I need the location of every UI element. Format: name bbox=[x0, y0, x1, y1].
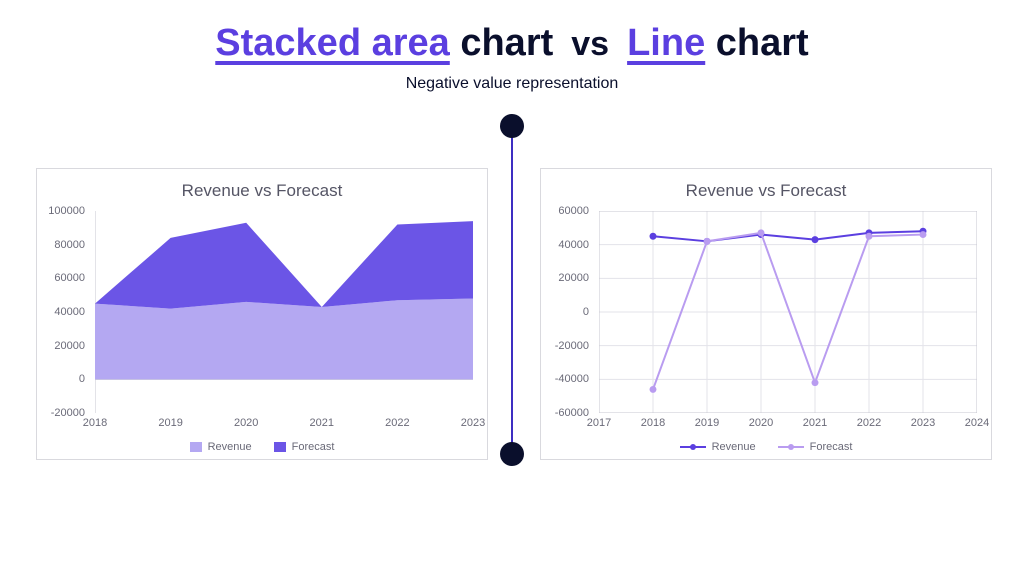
legend-label: Revenue bbox=[208, 441, 252, 453]
legend-item-revenue: Revenue bbox=[680, 441, 756, 453]
x-axis-ticks: 201820192020202120222023 bbox=[95, 417, 473, 431]
right-title: Line chart bbox=[627, 22, 809, 65]
x-tick-label: 2021 bbox=[803, 417, 827, 429]
x-tick-label: 2020 bbox=[234, 417, 258, 429]
y-tick-label: -20000 bbox=[555, 340, 589, 352]
x-tick-label: 2022 bbox=[385, 417, 409, 429]
divider-dot-bottom bbox=[500, 442, 524, 466]
x-tick-label: 2018 bbox=[641, 417, 665, 429]
x-tick-label: 2018 bbox=[83, 417, 107, 429]
x-tick-label: 2023 bbox=[461, 417, 485, 429]
x-tick-label: 2020 bbox=[749, 417, 773, 429]
vertical-divider bbox=[511, 126, 513, 454]
x-tick-label: 2019 bbox=[158, 417, 182, 429]
chart-title: Revenue vs Forecast bbox=[37, 169, 487, 201]
y-tick-label: 20000 bbox=[558, 272, 589, 284]
page-heading: Stacked area chart vs Line chart Negativ… bbox=[0, 22, 1024, 93]
vs-label: vs bbox=[571, 25, 609, 64]
y-tick-label: 80000 bbox=[54, 239, 85, 251]
stacked-area-chart-panel: Revenue vs Forecast -20000 0 20000 40000 600… bbox=[36, 168, 488, 460]
y-tick-label: 20000 bbox=[54, 340, 85, 352]
x-tick-label: 2017 bbox=[587, 417, 611, 429]
stacked-area-plot bbox=[95, 211, 473, 413]
y-tick-label: 60000 bbox=[54, 272, 85, 284]
y-tick-label: 100000 bbox=[48, 205, 85, 217]
y-tick-label: 0 bbox=[583, 306, 589, 318]
y-tick-label: -40000 bbox=[555, 373, 589, 385]
legend-line-icon bbox=[778, 442, 804, 452]
y-tick-label: 40000 bbox=[54, 306, 85, 318]
legend-swatch-icon bbox=[190, 442, 202, 452]
right-title-rest: chart bbox=[705, 22, 808, 64]
subtitle: Negative value representation bbox=[0, 75, 1024, 93]
y-axis-ticks: -20000020000400006000080000100000 bbox=[37, 211, 91, 413]
left-title-rest: chart bbox=[450, 22, 553, 64]
line-chart-panel: Revenue vs Forecast -60000 -40000 -20000 0 2… bbox=[540, 168, 992, 460]
y-tick-label: 0 bbox=[79, 373, 85, 385]
legend-item-forecast: Forecast bbox=[778, 441, 853, 453]
legend-swatch-icon bbox=[274, 442, 286, 452]
y-tick-label: -20000 bbox=[51, 407, 85, 419]
x-tick-label: 2023 bbox=[911, 417, 935, 429]
left-title: Stacked area chart bbox=[215, 22, 553, 65]
legend: Revenue Forecast bbox=[541, 441, 991, 453]
legend: Revenue Forecast bbox=[37, 441, 487, 453]
y-axis-ticks: -60000-40000-200000200004000060000 bbox=[541, 211, 595, 413]
x-tick-label: 2024 bbox=[965, 417, 989, 429]
x-axis-ticks: 20172018201920202021202220232024 bbox=[599, 417, 977, 431]
stacked-area-link[interactable]: Stacked area bbox=[215, 22, 450, 64]
y-tick-label: -60000 bbox=[555, 407, 589, 419]
legend-label: Forecast bbox=[292, 441, 335, 453]
line-plot bbox=[599, 211, 977, 413]
chart-title: Revenue vs Forecast bbox=[541, 169, 991, 201]
legend-label: Revenue bbox=[712, 441, 756, 453]
legend-item-forecast: Forecast bbox=[274, 441, 335, 453]
y-tick-label: 40000 bbox=[558, 239, 589, 251]
legend-item-revenue: Revenue bbox=[190, 441, 252, 453]
y-tick-label: 60000 bbox=[558, 205, 589, 217]
divider-dot-top bbox=[500, 114, 524, 138]
stacked-area-svg bbox=[95, 211, 473, 413]
line-link[interactable]: Line bbox=[627, 22, 705, 64]
x-tick-label: 2022 bbox=[857, 417, 881, 429]
x-tick-label: 2019 bbox=[695, 417, 719, 429]
line-svg bbox=[599, 211, 977, 413]
legend-label: Forecast bbox=[810, 441, 853, 453]
legend-line-icon bbox=[680, 442, 706, 452]
x-tick-label: 2021 bbox=[310, 417, 334, 429]
